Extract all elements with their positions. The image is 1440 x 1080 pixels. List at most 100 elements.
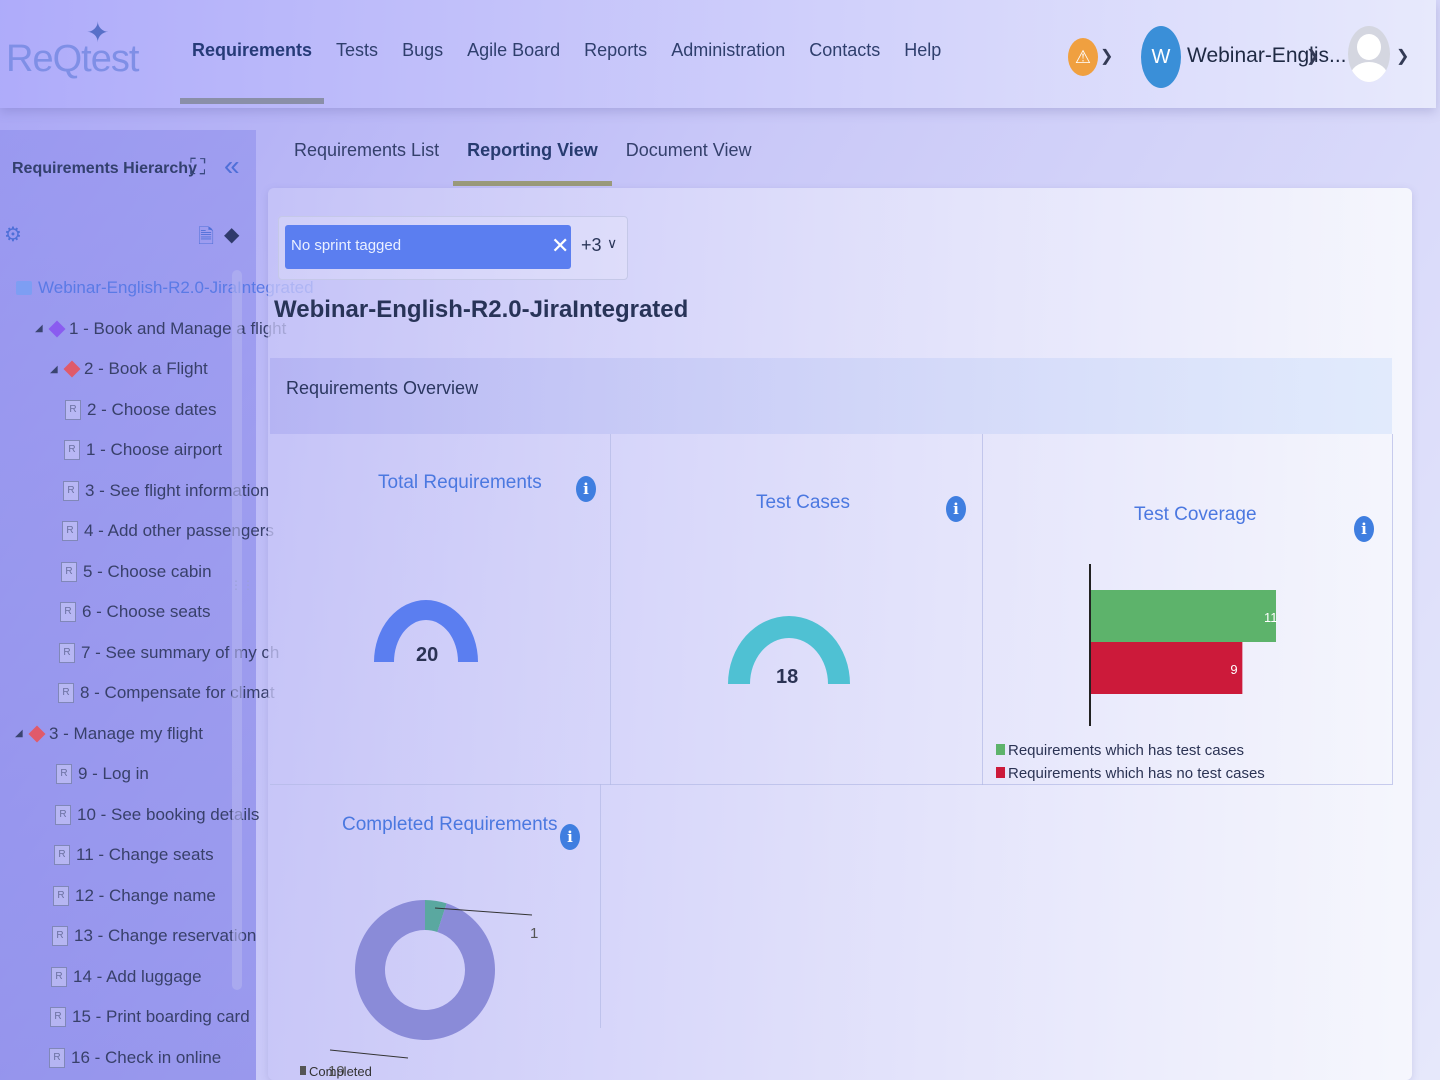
nav-administration[interactable]: Administration [659, 40, 797, 104]
logo-text: ReQtest [6, 38, 139, 80]
tab-document-view[interactable]: Document View [612, 140, 766, 186]
nav-reports[interactable]: Reports [572, 40, 659, 104]
legend-swatch [996, 767, 1005, 778]
requirement-icon: R [65, 399, 81, 420]
tree-requirement[interactable]: R 2 - Choose dates [65, 399, 217, 420]
donut-legend: Completed [300, 1064, 372, 1079]
coverage-legend: Requirements which has test cases Require… [996, 742, 1265, 788]
add-epic-icon[interactable]: ◆ [224, 222, 239, 247]
tree-item-label: 14 - Add luggage [73, 966, 202, 986]
tab-reporting-view[interactable]: Reporting View [453, 140, 612, 186]
requirement-icon: R [58, 683, 74, 703]
chevron-down-icon[interactable]: ❯ [1100, 46, 1113, 66]
close-icon[interactable]: ✕ [551, 233, 569, 259]
legend-item[interactable]: Requirements which has no test cases [996, 765, 1265, 782]
tree-epic[interactable]: ◢ 1 - Book and Manage a flight [35, 319, 286, 339]
requirement-icon: R [54, 845, 70, 865]
tab-requirements-list[interactable]: Requirements List [280, 140, 453, 186]
test-coverage-card: Test Coverage i 11 9 Requirements which h… [982, 434, 1393, 785]
card-title: Total Requirements [378, 472, 542, 493]
bar-1 [1091, 642, 1243, 694]
workspace-avatar[interactable]: W [1141, 26, 1181, 88]
requirement-icon: R [55, 804, 71, 825]
epic-icon [28, 725, 46, 742]
data-label: 1 [530, 925, 538, 942]
sprint-filter[interactable]: No sprint tagged ✕ +3 ∨ [278, 216, 628, 280]
tree-item-label: 2 - Choose dates [87, 399, 217, 419]
tree-requirement[interactable]: R 5 - Choose cabin [61, 561, 212, 582]
workspace-name[interactable]: Webinar-Englis... [1187, 44, 1347, 68]
card-title: Completed Requirements [342, 814, 558, 835]
sidebar-scrollbar[interactable] [232, 270, 242, 990]
more-count[interactable]: +3 [581, 235, 602, 256]
requirement-icon: R [50, 1007, 66, 1027]
sub-tabs: Requirements List Reporting View Document … [280, 140, 766, 186]
tree-item-label: 13 - Change reservation [74, 926, 257, 945]
tree-item-label: 11 - Change seats [76, 845, 214, 864]
tree-requirement[interactable]: R 7 - See summary of my ch [59, 642, 279, 663]
tree-requirement[interactable]: R 8 - Compensate for climat [58, 683, 275, 703]
tree-item-label: 12 - Change name [75, 885, 216, 905]
resize-handle[interactable]: ⋮⋮ [230, 578, 254, 618]
tree-requirement[interactable]: R 1 - Choose airport [64, 440, 222, 460]
tree-requirement[interactable]: R 13 - Change reservation [52, 926, 256, 946]
tree-item-label: 2 - Book a Flight [84, 359, 208, 378]
sprint-chip[interactable]: No sprint tagged ✕ [285, 225, 571, 269]
requirement-icon: R [52, 926, 68, 946]
requirement-icon: R [49, 1047, 65, 1068]
requirement-icon: R [53, 885, 69, 906]
info-icon[interactable]: i [946, 496, 966, 522]
chevron-down-icon[interactable]: ❯ [1396, 46, 1409, 66]
requirement-icon: R [60, 602, 76, 622]
bar-value-label: 9 [1230, 662, 1237, 677]
requirements-sidebar: Requirements Hierarchy ⛶ « ⚙ 🗎 ◆ Webinar… [0, 130, 314, 1080]
requirement-icon: R [56, 764, 72, 784]
add-requirement-icon[interactable]: 🗎 [198, 222, 214, 256]
info-icon[interactable]: i [560, 824, 580, 850]
legend-item[interactable]: Requirements which has test cases [996, 742, 1265, 759]
epic-icon [48, 320, 66, 337]
logo[interactable]: ReQtest ✦ [6, 17, 139, 81]
legend-label: Requirements which has no test cases [1008, 765, 1265, 782]
nav-tests[interactable]: Tests [324, 40, 390, 104]
reporting-panel: No sprint tagged ✕ +3 ∨ Webinar-English-… [268, 188, 1412, 1080]
tree-requirement[interactable]: R 15 - Print boarding card [50, 1007, 250, 1027]
tree-requirement[interactable]: R 16 - Check in online [49, 1047, 221, 1068]
collapse-sidebar-icon[interactable]: « [224, 150, 240, 182]
nav-bugs[interactable]: Bugs [390, 40, 455, 104]
legend-label: Completed [309, 1064, 372, 1079]
tree-requirement[interactable]: R 12 - Change name [53, 885, 216, 906]
tree-requirement[interactable]: R 10 - See booking details [55, 804, 259, 825]
tree-requirement[interactable]: R 9 - Log in [56, 764, 149, 784]
tree-epic[interactable]: ◢ 2 - Book a Flight [50, 359, 208, 379]
chevron-down-icon[interactable]: ❯ [1306, 46, 1319, 66]
tree-requirement[interactable]: R 11 - Change seats [54, 845, 214, 865]
user-avatar[interactable] [1348, 26, 1390, 82]
tree-requirement[interactable]: R 4 - Add other passengers [62, 521, 274, 541]
nav-agile-board[interactable]: Agile Board [455, 40, 572, 104]
collapse-arrow-icon[interactable]: ◢ [15, 728, 25, 739]
chevron-down-icon[interactable]: ∨ [607, 235, 617, 252]
tree-item-label: 6 - Choose seats [82, 602, 211, 621]
tree-settings-icon[interactable]: ⚙ [4, 222, 22, 247]
tree-item-label: 9 - Log in [78, 764, 149, 783]
info-icon[interactable]: i [1354, 516, 1374, 542]
expand-icon[interactable]: ⛶ [190, 154, 205, 180]
bar-0 [1091, 590, 1276, 642]
requirement-icon: R [59, 642, 75, 663]
collapse-arrow-icon[interactable]: ◢ [35, 323, 45, 334]
tree-requirement[interactable]: R 6 - Choose seats [60, 602, 211, 622]
requirement-icon: R [61, 561, 77, 582]
warning-icon[interactable]: ⚠ [1068, 38, 1098, 76]
gauge-value: 18 [776, 666, 799, 688]
nav-help[interactable]: Help [892, 40, 953, 104]
nav-contacts[interactable]: Contacts [797, 40, 892, 104]
test-cases-card: Test Cases i 18 [610, 434, 983, 785]
collapse-arrow-icon[interactable]: ◢ [50, 364, 60, 375]
tree-requirement[interactable]: R 14 - Add luggage [51, 966, 202, 987]
tree-epic[interactable]: ◢ 3 - Manage my flight [15, 724, 203, 744]
completed-donut-chart: 119Completed [300, 900, 538, 1080]
nav-requirements[interactable]: Requirements [180, 40, 325, 104]
requirement-icon: R [63, 480, 79, 501]
info-icon[interactable]: i [576, 476, 596, 502]
